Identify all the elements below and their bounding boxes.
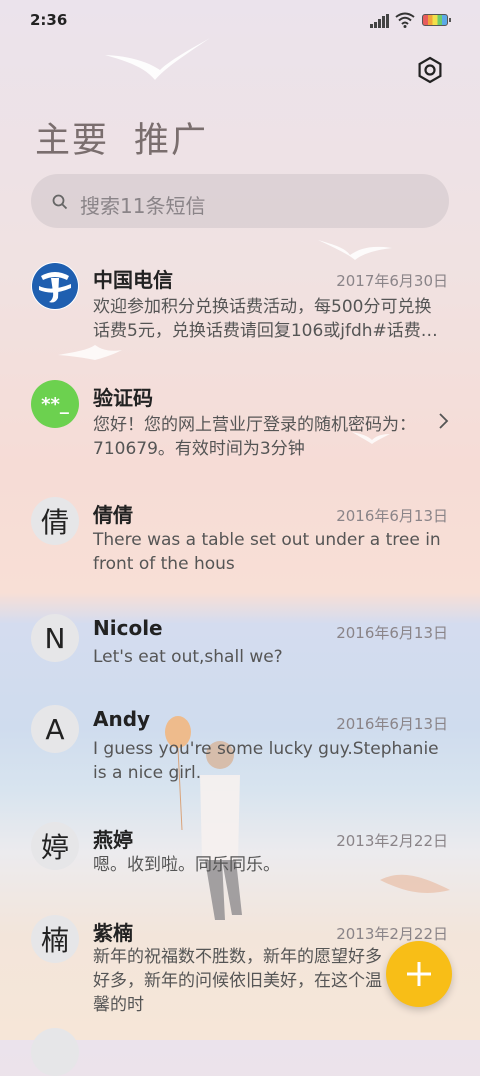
message-preview: There was a table set out under a tree i… [93, 530, 441, 574]
message-date: 2013年2月22日 [336, 925, 448, 943]
message-preview: Let's eat out,shall we? [93, 647, 283, 667]
signal-icon [370, 14, 389, 28]
avatar: A [31, 705, 79, 753]
sender-name: 验证码 [93, 386, 153, 410]
sender-name: Andy [93, 707, 151, 731]
sender-name: 紫楠 [93, 921, 133, 945]
sender-name: Nicole [93, 616, 163, 640]
status-time: 2:36 [30, 11, 68, 29]
sender-name: 燕婷 [93, 828, 133, 852]
status-bar: 2:36 [0, 0, 480, 40]
list-item[interactable]: N Nicole 2016年6月13日 Let's eat out,shall … [0, 602, 480, 692]
list-item[interactable]: A Andy 2016年6月13日 I guess you're some lu… [0, 695, 480, 805]
list-item[interactable]: **_ 验证码 您好！您的网上营业厅登录的随机密码为：710679。有效时间为3… [0, 368, 480, 478]
message-preview: 嗯。收到啦。同乐同乐。 [93, 855, 280, 875]
battery-icon [422, 14, 451, 26]
message-date: 2016年6月13日 [336, 624, 448, 642]
sender-name: 倩倩 [93, 503, 133, 527]
list-item[interactable]: 中国电信 2017年6月30日 欢迎参加积分兑换话费活动，每500分可兑换话费5… [0, 250, 480, 360]
list-item[interactable]: 婷 燕婷 2013年2月22日 嗯。收到啦。同乐同乐。 [0, 810, 480, 900]
message-preview: I guess you're some lucky guy.Stephanie … [93, 739, 439, 783]
message-date: 2017年6月30日 [336, 272, 448, 290]
message-date: 2016年6月13日 [336, 507, 448, 525]
tab-promotions[interactable]: 推广 [134, 112, 208, 163]
verification-code-icon: **_ [31, 380, 79, 428]
list-item[interactable]: 倩 倩倩 2016年6月13日 There was a table set ou… [0, 485, 480, 595]
message-preview: 您好！您的网上营业厅登录的随机密码为：710679。有效时间为3分钟 [93, 415, 416, 459]
avatar: 倩 [31, 497, 79, 545]
settings-gear-icon[interactable] [416, 56, 444, 84]
message-date: 2016年6月13日 [336, 715, 448, 733]
message-preview: 新年的祝福数不胜数，新年的愿望好多好多，新年的问候依旧美好，在这个温馨的时 [93, 947, 382, 1015]
search-placeholder: 搜索11条短信 [80, 194, 206, 218]
chevron-right-icon[interactable] [438, 412, 450, 430]
avatar: N [31, 614, 79, 662]
tab-main[interactable]: 主要 [35, 112, 109, 163]
new-message-button[interactable] [386, 941, 452, 1007]
message-preview: 欢迎参加积分兑换话费活动，每500分可兑换话费5元，兑换话费请回复106或jfd… [93, 297, 438, 341]
message-date: 2013年2月22日 [336, 832, 448, 850]
avatar: 楠 [31, 915, 79, 963]
wifi-icon [395, 12, 415, 28]
plus-icon [407, 962, 431, 986]
avatar: 婷 [31, 822, 79, 870]
avatar [31, 1028, 79, 1076]
sender-name: 中国电信 [93, 268, 173, 292]
telecom-logo-icon [31, 262, 79, 310]
search-icon [52, 194, 68, 210]
